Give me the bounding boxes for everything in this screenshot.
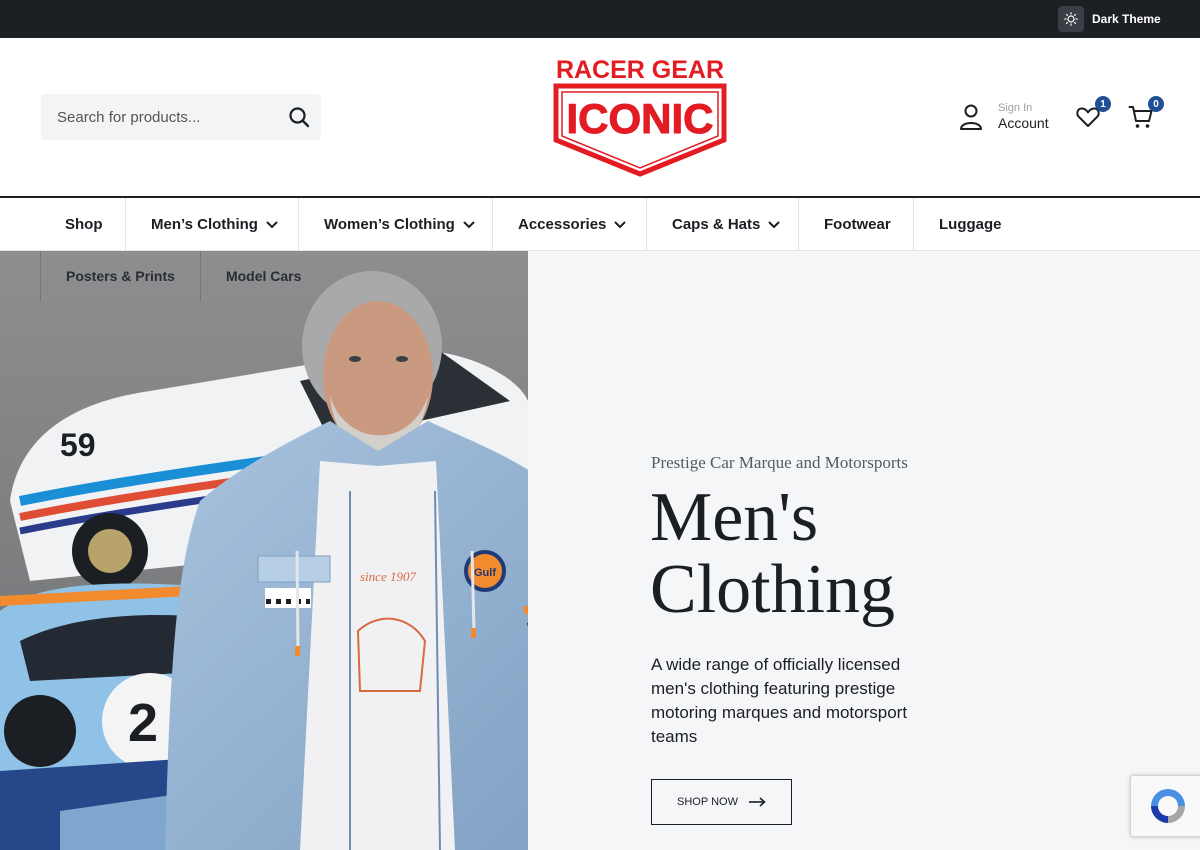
nav-shop-label: Shop — [65, 216, 103, 233]
search-input[interactable] — [41, 95, 271, 139]
main-nav: Shop Men’s Clothing Women’s Clothing Acc… — [0, 196, 1200, 251]
nav-shop[interactable]: Shop — [40, 198, 126, 251]
nav-caps-hats[interactable]: Caps & Hats — [647, 198, 799, 251]
user-icon — [960, 104, 982, 130]
chevron-down-icon — [614, 221, 626, 228]
arrow-right-icon — [748, 797, 766, 807]
recaptcha-icon — [1151, 789, 1185, 823]
nav-accessories-label: Accessories — [518, 216, 607, 233]
nav-mens-label: Men’s Clothing — [151, 216, 258, 233]
nav-model-cars-label: Model Cars — [225, 268, 302, 284]
dark-theme-toggle[interactable]: Dark Theme — [1058, 6, 1161, 32]
car-number-2: 2 — [128, 693, 158, 753]
hero-banner: 59 2 since 1907 Gulf Prestige Car Marque… — [0, 251, 1200, 850]
nav-womens-clothing[interactable]: Women’s Clothing — [299, 198, 493, 251]
cart-count-badge: 0 — [1148, 96, 1164, 112]
nav-luggage[interactable]: Luggage — [914, 198, 1024, 251]
nav-posters-label: Posters & Prints — [66, 268, 175, 284]
site-logo[interactable]: RACER GEAR ICONIC — [550, 56, 730, 178]
top-bar: Dark Theme — [0, 0, 1200, 38]
shop-now-button[interactable]: SHOP NOW — [651, 779, 792, 825]
nav-accessories[interactable]: Accessories — [493, 198, 647, 251]
account-link[interactable]: Sign In Account — [958, 102, 1049, 131]
car-number-59: 59 — [60, 427, 96, 463]
recaptcha-badge[interactable] — [1130, 775, 1200, 837]
nav-womens-label: Women’s Clothing — [324, 216, 455, 233]
search-icon[interactable] — [287, 105, 311, 129]
hero-title: Men's Clothing — [650, 479, 896, 628]
chevron-down-icon — [463, 221, 475, 228]
nav-footwear[interactable]: Footwear — [799, 198, 914, 251]
hero-kicker: Prestige Car Marque and Motorsports — [651, 453, 908, 472]
wishlist-count-badge: 1 — [1095, 96, 1111, 112]
sun-icon — [1058, 6, 1084, 32]
account-label: Account — [998, 115, 1049, 131]
wishlist-button[interactable]: 1 — [1075, 96, 1111, 132]
shirt-text: since 1907 — [360, 569, 416, 584]
nav-caps-label: Caps & Hats — [672, 216, 761, 233]
nav-mens-clothing[interactable]: Men’s Clothing — [126, 198, 299, 251]
nav-model-cars[interactable]: Model Cars — [199, 251, 326, 301]
sign-in-label: Sign In — [998, 102, 1033, 114]
nav-posters-prints[interactable]: Posters & Prints — [40, 251, 200, 301]
logo-line-1: RACER GEAR — [556, 56, 724, 84]
shop-now-label: SHOP NOW — [677, 796, 738, 808]
gulf-badge-text: Gulf — [474, 567, 496, 579]
cart-button[interactable]: 0 — [1128, 96, 1164, 132]
hero-image: 59 2 since 1907 Gulf — [0, 251, 528, 850]
nav-footwear-label: Footwear — [824, 216, 891, 233]
dark-theme-label: Dark Theme — [1092, 12, 1161, 26]
chevron-down-icon — [266, 221, 278, 228]
nav-luggage-label: Luggage — [939, 216, 1002, 233]
site-header: RACER GEAR ICONIC Sign In Account 1 0 — [0, 38, 1200, 196]
search-bar — [41, 94, 321, 140]
chevron-down-icon — [768, 221, 780, 228]
hero-description: A wide range of officially licensed men'… — [651, 655, 908, 746]
main-nav-row-2: Posters & Prints Model Cars — [40, 251, 326, 301]
logo-line-2: ICONIC — [567, 95, 714, 142]
